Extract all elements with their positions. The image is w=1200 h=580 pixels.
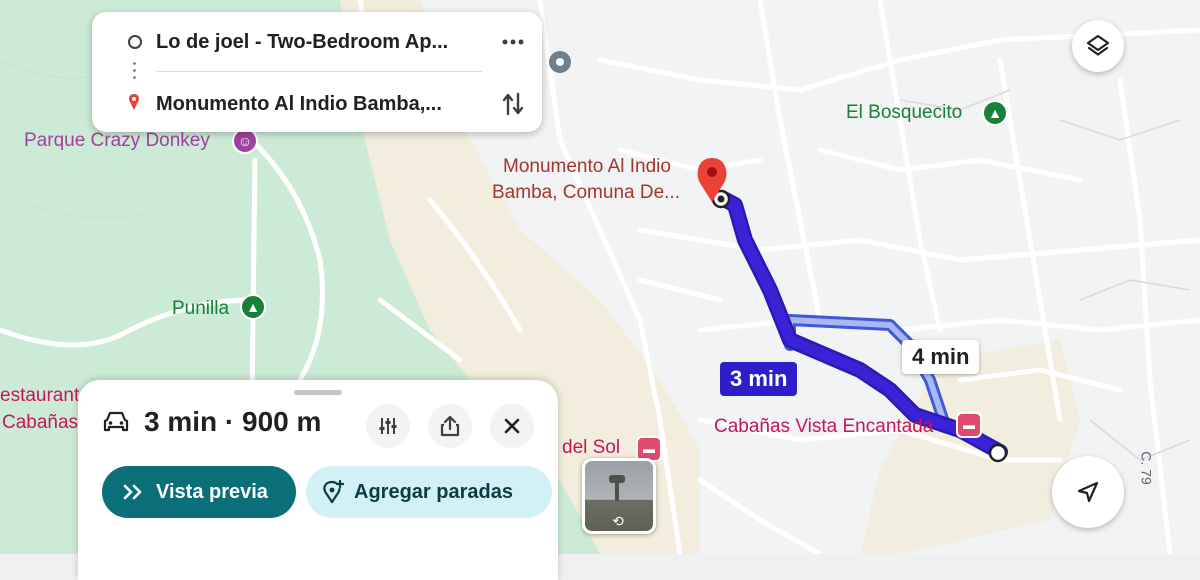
route-connector (133, 60, 136, 82)
divider (156, 71, 482, 72)
poi-label-monument-line1[interactable]: Monumento Al Indio (503, 156, 671, 178)
more-options-button[interactable] (495, 24, 531, 60)
share-icon (440, 415, 460, 437)
poi-label-del-sol[interactable]: del Sol (562, 437, 620, 459)
street-view-thumbnail[interactable]: ⟲ (582, 458, 656, 534)
preview-label: Vista previa (156, 480, 268, 503)
poi-label-bosquecito[interactable]: El Bosquecito (846, 102, 962, 124)
destination-text: Monumento Al Indio Bamba,... (156, 92, 442, 115)
share-button[interactable] (428, 404, 472, 448)
preview-button[interactable]: Vista previa (102, 466, 296, 518)
tree-icon[interactable]: ▲ (982, 100, 1008, 126)
directions-sheet: 3 min · 900 m Vista previa Agregar parad… (78, 380, 558, 580)
close-icon (504, 418, 520, 434)
route-options-button[interactable] (366, 404, 410, 448)
trip-summary-text: 3 min · 900 m (144, 406, 322, 437)
poi-label-punilla[interactable]: Punilla (172, 298, 229, 320)
poi-label-vista-encantada[interactable]: Cabañas Vista Encantada (714, 416, 933, 438)
add-stop-icon (323, 480, 344, 504)
route-time-primary[interactable]: 3 min (720, 362, 798, 396)
destination-field[interactable]: Monumento Al Indio Bamba,... (156, 82, 524, 126)
poi-label-cabanas[interactable]: Cabañas (2, 412, 78, 434)
layers-icon (1086, 34, 1110, 56)
swap-icon (502, 92, 524, 116)
origin-dot-icon (128, 35, 142, 49)
add-stops-label: Agregar paradas (354, 480, 513, 503)
recenter-button[interactable] (1052, 456, 1124, 528)
add-stops-button[interactable]: Agregar paradas (306, 466, 552, 518)
car-icon (103, 411, 129, 432)
close-button[interactable] (490, 404, 534, 448)
more-icon (502, 39, 524, 45)
poi-label-crazy-donkey[interactable]: Parque Crazy Donkey (24, 130, 210, 152)
filter-icon (379, 418, 397, 434)
swap-route-button[interactable] (495, 86, 531, 122)
trip-summary: 3 min · 900 m (102, 406, 321, 438)
layers-button[interactable] (1072, 20, 1124, 72)
poi-label-restaurant[interactable]: estaurant (0, 385, 79, 407)
poi-label-monument-line2[interactable]: Bamba, Comuna De... (492, 182, 680, 204)
origin-text: Lo de joel - Two-Bedroom Ap... (156, 30, 449, 53)
monument-head (609, 475, 625, 483)
rotate-360-icon: ⟲ (612, 513, 624, 529)
drag-handle[interactable] (294, 390, 342, 395)
route-time-alternative[interactable]: 4 min (902, 340, 980, 374)
street-label: C. 79 (1138, 451, 1155, 485)
tree-icon[interactable]: ▲ (240, 294, 266, 320)
destination-pin-icon (129, 94, 139, 110)
navigation-arrow-icon (1077, 481, 1099, 503)
origin-field[interactable]: Lo de joel - Two-Bedroom Ap... (156, 20, 524, 64)
chevron-double-icon (123, 484, 142, 500)
route-card: Lo de joel - Two-Bedroom Ap... Monumento… (92, 12, 542, 132)
hotel-icon[interactable]: ▬ (956, 412, 982, 438)
